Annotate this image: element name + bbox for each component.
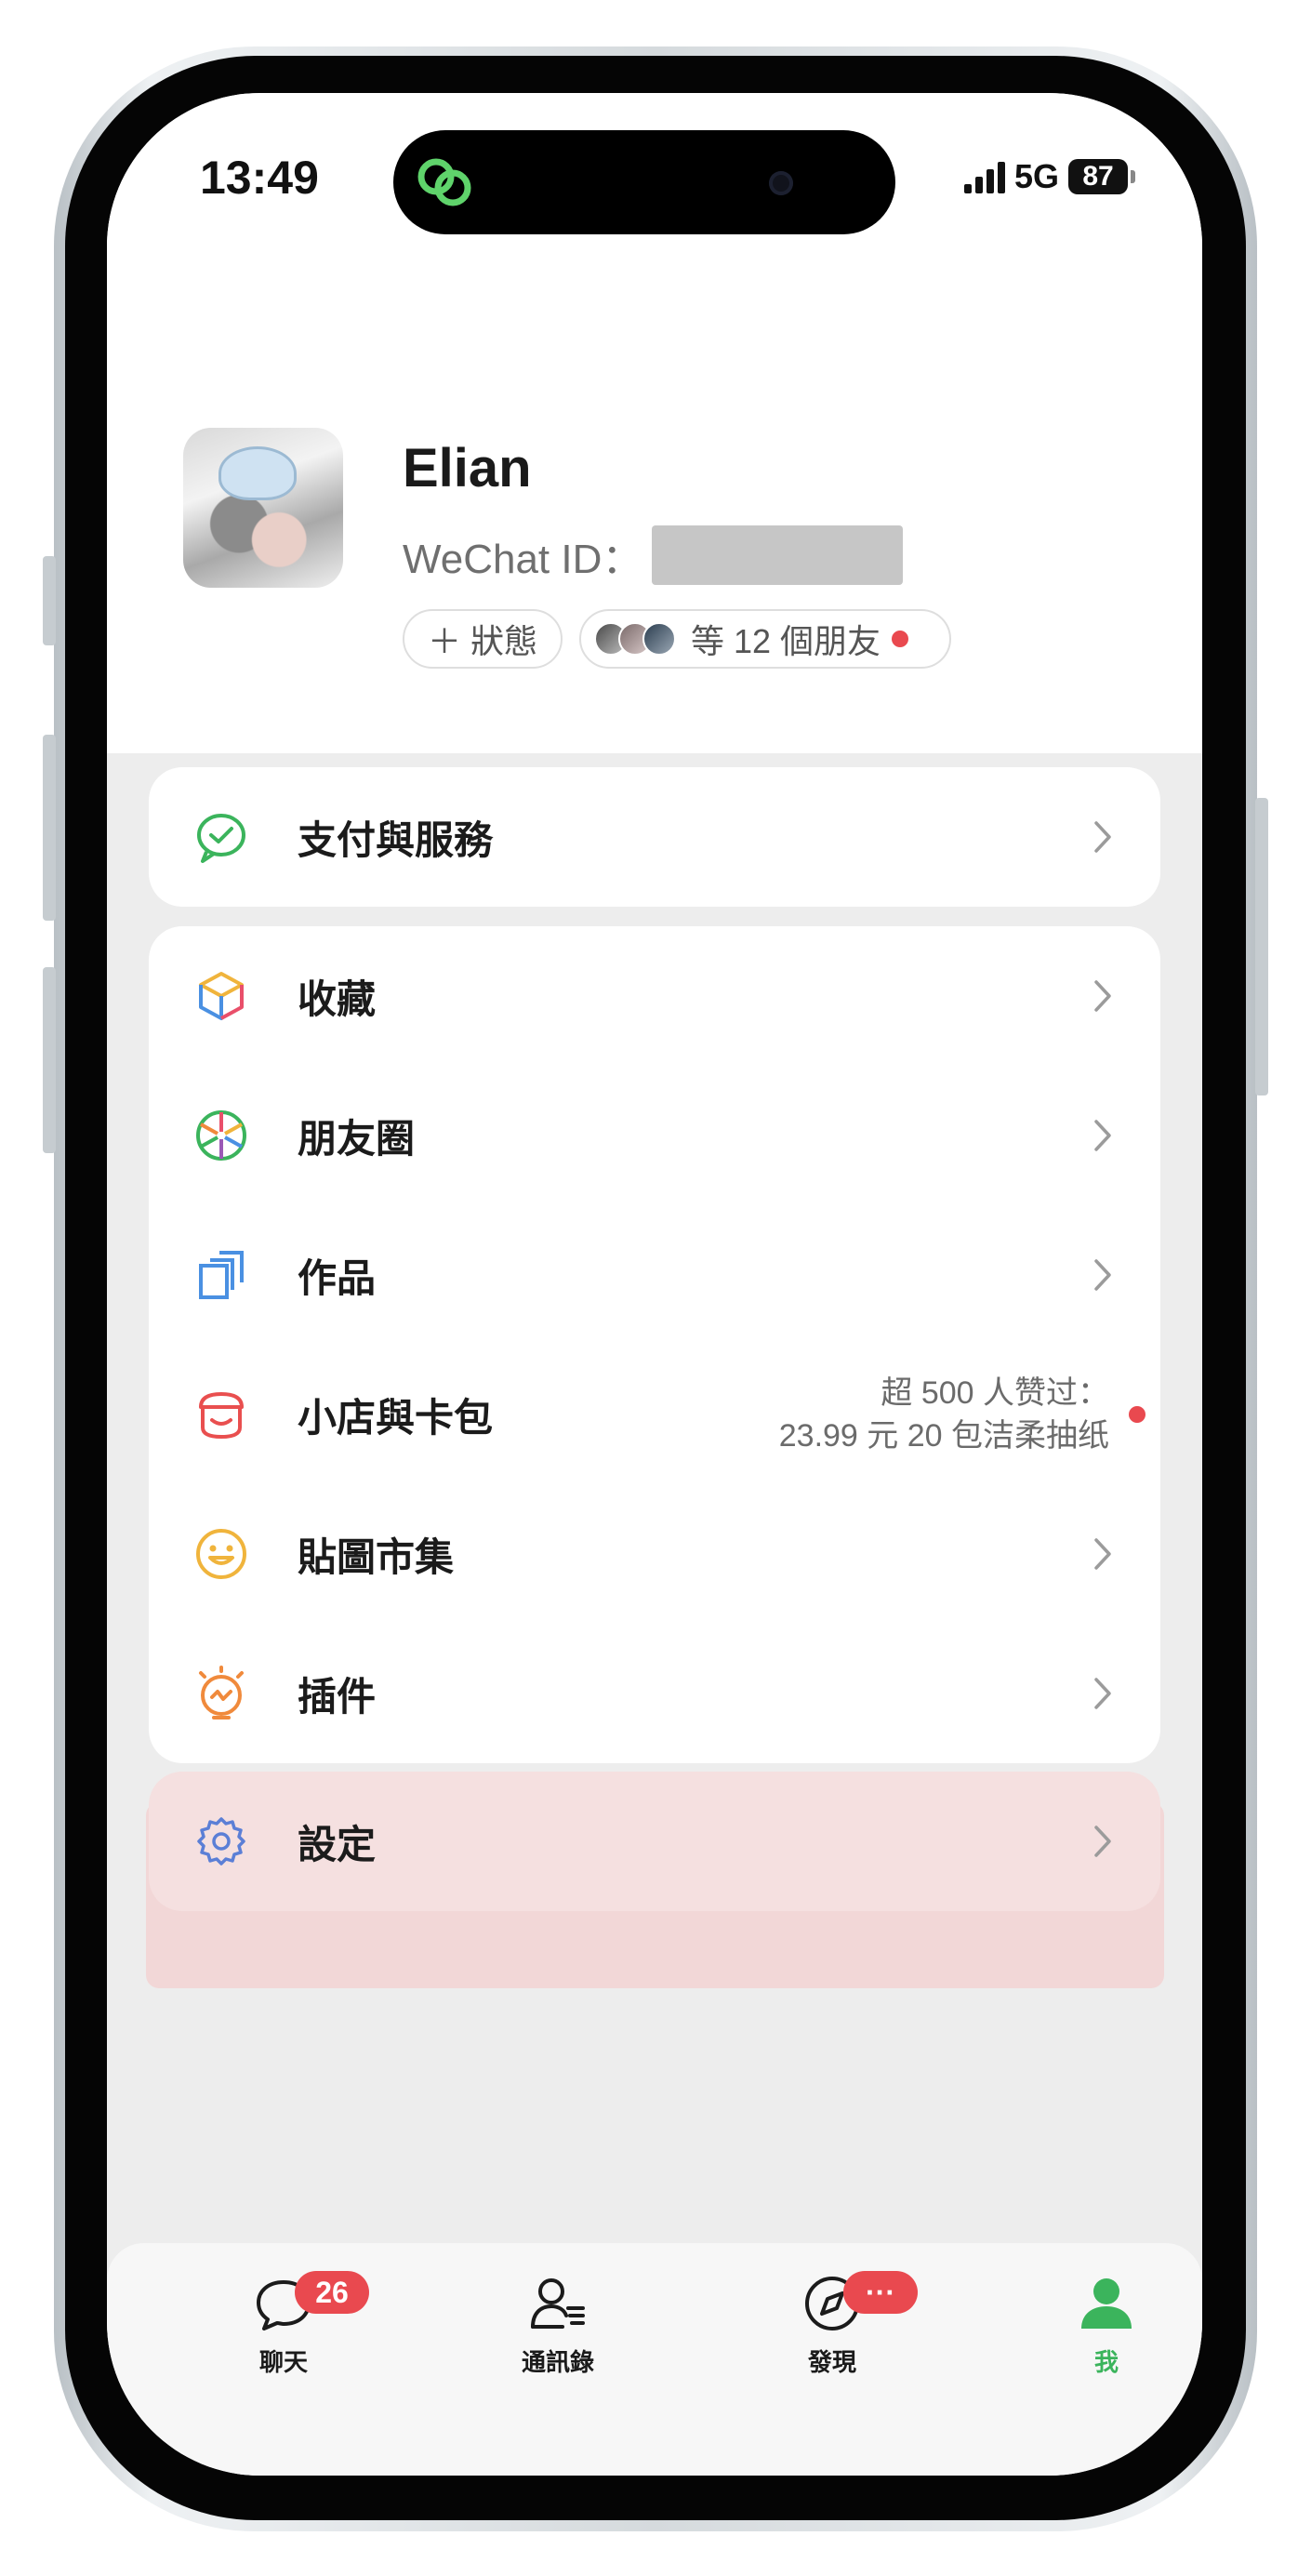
tab-contacts[interactable]: 通訊錄 xyxy=(483,2271,632,2401)
wechat-id-label: WeChat ID： xyxy=(403,537,643,582)
menu-item-settings[interactable]: 設定 xyxy=(149,1772,1160,1911)
tab-label: 通訊錄 xyxy=(521,2348,594,2376)
friend-avatars xyxy=(594,622,676,656)
chevron-right-icon xyxy=(1094,980,1111,1012)
promo-line-2: 23.99 元 20 包洁柔抽纸 xyxy=(778,1418,1109,1454)
status-indicators: 5G 87 xyxy=(963,157,1135,195)
friends-status-chip[interactable]: 等 12 個朋友 xyxy=(579,609,951,669)
chevron-right-icon xyxy=(1094,1120,1111,1151)
menu-item-moments[interactable]: 朋友圈 xyxy=(149,1066,1160,1205)
friends-count-label: 等 12 個朋友 xyxy=(691,622,881,660)
menu-item-favorites[interactable]: 收藏 xyxy=(149,926,1160,1066)
tab-label: 聊天 xyxy=(258,2348,308,2376)
menu-item-shop-and-cards[interactable]: 小店與卡包 超 500 人赞过： 23.99 元 20 包洁柔抽纸 xyxy=(149,1345,1160,1484)
menu-item-label: 小店與卡包 xyxy=(298,1395,494,1440)
pay-check-icon xyxy=(197,814,245,863)
menu-item-sticker-store[interactable]: 貼圖市集 xyxy=(149,1484,1160,1624)
friend-avatar xyxy=(642,622,676,656)
tab-label: 我 xyxy=(1093,2348,1119,2376)
settings-card: 設定 xyxy=(149,1772,1160,1911)
tab-label: 發現 xyxy=(807,2348,856,2376)
menu-item-label: 收藏 xyxy=(298,976,377,1021)
aperture-icon xyxy=(196,1110,246,1161)
link-icon xyxy=(417,158,471,206)
contacts-icon xyxy=(531,2278,585,2329)
chevron-right-icon xyxy=(1094,1538,1111,1570)
gear-icon xyxy=(197,1817,245,1866)
smiley-icon xyxy=(196,1529,246,1579)
plugin-bulb-icon xyxy=(199,1666,244,1720)
bottom-tab-bar: 聊天 26 通訊錄 發現 ··· 我 xyxy=(107,2243,1202,2476)
main-menu-card: 收藏 朋友圈 作品 小店與卡包 超 500 人赞过： 23.99 元 20 包洁… xyxy=(149,926,1160,1763)
person-icon xyxy=(1081,2278,1132,2329)
power-button xyxy=(1255,798,1268,1095)
promo-line-1: 超 500 人赞过： xyxy=(881,1375,1109,1411)
add-status-chip[interactable]: ＋ 狀態 xyxy=(403,609,563,669)
pay-card: 支付與服務 xyxy=(149,767,1160,907)
battery-icon: 87 xyxy=(1068,159,1135,194)
silent-switch xyxy=(43,556,56,645)
tab-chats[interactable]: 聊天 26 xyxy=(209,2271,369,2401)
unread-dot xyxy=(1129,1406,1145,1423)
layers-icon xyxy=(199,1251,244,1299)
volume-up-button xyxy=(43,735,56,921)
tab-discover[interactable]: 發現 ··· xyxy=(758,2271,918,2401)
profile-header[interactable]: 13:49 5G 87 Elian WeChat ID： ＋ 狀態 等 12 個… xyxy=(107,93,1202,753)
chevron-right-icon xyxy=(1094,1259,1111,1291)
menu-item-label: 設定 xyxy=(298,1822,377,1866)
menu-item-pay[interactable]: 支付與服務 xyxy=(149,767,1160,907)
shop-icon xyxy=(199,1392,244,1440)
cube-icon xyxy=(199,972,244,1020)
signal-icon xyxy=(963,160,1005,193)
shop-promo-text: 超 500 人赞过： 23.99 元 20 包洁柔抽纸 xyxy=(779,1372,1109,1457)
avatar-whale-toy xyxy=(218,446,297,500)
status-time: 13:49 xyxy=(200,152,319,204)
wechat-id-row: WeChat ID： xyxy=(403,525,904,585)
dynamic-island xyxy=(393,130,895,234)
menu-item-plugins[interactable]: 插件 xyxy=(149,1624,1160,1763)
screen: 13:49 5G 87 Elian WeChat ID： ＋ 狀態 等 12 個… xyxy=(107,93,1202,2476)
profile-name: Elian xyxy=(403,438,532,498)
chevron-right-icon xyxy=(1094,1826,1111,1857)
add-status-label: ＋ 狀態 xyxy=(427,622,537,660)
menu-item-label: 支付與服務 xyxy=(298,817,494,862)
wechat-id-redacted xyxy=(652,525,904,585)
chevron-right-icon xyxy=(1094,1678,1111,1709)
menu-item-works[interactable]: 作品 xyxy=(149,1205,1160,1345)
unread-count-badge: 26 xyxy=(295,2271,369,2314)
network-label: 5G xyxy=(1013,157,1059,195)
avatar[interactable] xyxy=(183,428,343,588)
volume-down-button xyxy=(43,967,56,1153)
menu-item-label: 朋友圈 xyxy=(298,1116,416,1161)
tab-me[interactable]: 我 xyxy=(1032,2271,1181,2401)
menu-item-label: 作品 xyxy=(298,1255,377,1300)
menu-item-label: 插件 xyxy=(298,1674,377,1719)
front-camera xyxy=(769,171,793,195)
chevron-right-icon xyxy=(1094,821,1111,853)
more-badge: ··· xyxy=(843,2271,918,2314)
unread-dot xyxy=(892,631,909,647)
menu-item-label: 貼圖市集 xyxy=(298,1534,455,1579)
